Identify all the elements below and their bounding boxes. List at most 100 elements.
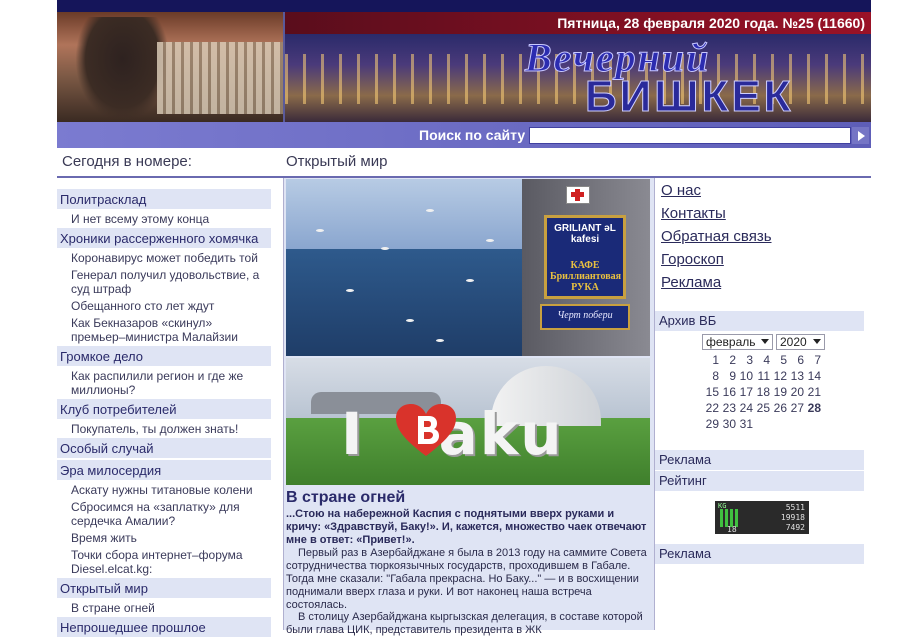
- calendar-day[interactable]: 16: [719, 384, 736, 400]
- cafe-small-sign: Черт побери: [540, 304, 630, 330]
- sidebar-article-link[interactable]: Точки сбора интернет–форума Diesel.elcat…: [57, 547, 271, 578]
- calendar-day[interactable]: 2: [719, 352, 736, 368]
- calendar-day[interactable]: 31: [736, 416, 753, 432]
- calendar-day[interactable]: 4: [753, 352, 770, 368]
- sidebar-category[interactable]: Особый случай: [57, 438, 271, 458]
- calendar-day: [787, 416, 804, 432]
- calendar-day[interactable]: 17: [736, 384, 753, 400]
- sidebar-contents: Политрасклад И нет всему этому конца Хрони…: [57, 189, 271, 639]
- calendar-day[interactable]: 10: [736, 368, 753, 384]
- link-about[interactable]: О нас: [661, 182, 701, 199]
- cafe-sign-line2: КАФЕ Бриллиантовая РУКА: [550, 260, 622, 293]
- calendar-week: 1234567: [702, 352, 826, 368]
- sidebar-category[interactable]: Клуб потребителей: [57, 399, 271, 419]
- calendar-day[interactable]: 1: [702, 352, 719, 368]
- cafe-sign: GRILIANT əL kafesi КАФЕ Бриллиантовая РУ…: [544, 215, 626, 299]
- red-cross-icon: [566, 186, 590, 204]
- calendar-day[interactable]: 29: [702, 416, 719, 432]
- sidebar-category[interactable]: Открытый мир: [57, 578, 271, 598]
- sidebar-article-link[interactable]: Как Бекназаров «скинул» премьер–министра…: [57, 315, 271, 346]
- header-top-strip: [57, 0, 871, 12]
- calendar-day[interactable]: 22: [702, 400, 719, 416]
- calendar-day[interactable]: 3: [736, 352, 753, 368]
- statue-image: [75, 17, 170, 122]
- sidebar-article-link[interactable]: Покупатель, ты должен знать!: [57, 421, 271, 438]
- rating-label: Рейтинг: [659, 473, 707, 488]
- section-heading-rubric: Открытый мир: [286, 153, 388, 170]
- link-contacts[interactable]: Контакты: [661, 205, 726, 222]
- search-bar: Поиск по сайту: [57, 122, 871, 148]
- calendar-day[interactable]: 23: [719, 400, 736, 416]
- calendar-day[interactable]: 12: [770, 368, 787, 384]
- calendar-day[interactable]: 7: [804, 352, 821, 368]
- gull-7: [486, 239, 494, 242]
- calendar-day: [753, 416, 770, 432]
- page: Пятница, 28 февраля 2020 года. №25 (1166…: [57, 0, 871, 637]
- calendar-day: [770, 416, 787, 432]
- calendar-day[interactable]: 21: [804, 384, 821, 400]
- article-photo-ibaku[interactable]: Iaku: [286, 358, 650, 485]
- archive-label: Архив ВБ: [659, 313, 717, 328]
- site-logo[interactable]: Вечерний БИШКЕК: [524, 34, 865, 122]
- archive-calendar: 1 2 3 4 5 6 7 8 9 10 11 12 13 14 15 16 17 18 19 20 21 22 23 24 2…: [702, 352, 826, 432]
- sidebar-article-link[interactable]: И нет всему этому конца: [57, 211, 271, 228]
- play-arrow-icon: [858, 131, 865, 141]
- sidebar-category[interactable]: Хроники рассерженного хомячка: [57, 228, 271, 248]
- sidebar-article-link[interactable]: Время жить: [57, 530, 271, 547]
- month-select[interactable]: февраль: [702, 334, 773, 350]
- article-title[interactable]: В стране огней: [286, 489, 405, 507]
- calendar-day[interactable]: 20: [787, 384, 804, 400]
- link-horoscope[interactable]: Гороскоп: [661, 251, 724, 268]
- calendar-day[interactable]: 26: [770, 400, 787, 416]
- link-advertising[interactable]: Реклама: [661, 274, 721, 291]
- ads-header-2: Реклама: [655, 544, 864, 564]
- article-paragraph-2: В столицу Азербайджана кыргызская делега…: [286, 611, 643, 636]
- sidebar-article-link[interactable]: Аскату нужны титановые колени: [57, 482, 271, 499]
- section-heading-today: Сегодня в номере:: [62, 153, 192, 170]
- right-sidebar: О нас Контакты Обратная связь Гороскоп Р…: [655, 178, 871, 630]
- sidebar-article-link[interactable]: В стране огней: [57, 600, 271, 617]
- sidebar-article-link[interactable]: Как распилили регион и где же миллионы?: [57, 368, 271, 399]
- gull-3: [426, 209, 434, 212]
- article-photo-caspian[interactable]: GRILIANT əL kafesi КАФЕ Бриллиантовая РУ…: [286, 179, 650, 356]
- gull-1: [316, 229, 324, 232]
- calendar-day[interactable]: 9: [719, 368, 736, 384]
- calendar-day[interactable]: 15: [702, 384, 719, 400]
- calendar-day: [804, 416, 821, 432]
- calendar-day[interactable]: 30: [719, 416, 736, 432]
- sidebar-article-link[interactable]: Обещанного сто лет ждут: [57, 298, 271, 315]
- calendar-week: 8 9 10 11 12 13 14: [702, 368, 826, 384]
- calendar-day[interactable]: 25: [753, 400, 770, 416]
- link-feedback[interactable]: Обратная связь: [661, 228, 772, 245]
- year-select[interactable]: 2020: [776, 334, 825, 350]
- counter-value-2: 19918: [780, 513, 805, 522]
- date-bar: Пятница, 28 февраля 2020 года. №25 (1166…: [285, 12, 871, 34]
- sidebar-category[interactable]: Громкое дело: [57, 346, 271, 366]
- gull-6: [466, 279, 474, 282]
- calendar-day[interactable]: 8: [702, 368, 719, 384]
- calendar-day[interactable]: 24: [736, 400, 753, 416]
- search-input[interactable]: [529, 127, 851, 144]
- calendar-day[interactable]: 18: [753, 384, 770, 400]
- calendar-week: 29 30 31: [702, 416, 826, 432]
- article-lead: ...Стою на набережной Каспия с поднятыми…: [286, 508, 647, 546]
- search-button[interactable]: [852, 127, 869, 144]
- visitor-counter[interactable]: KG 5511 19918 7492 18: [715, 501, 809, 534]
- ads-label-2: Реклама: [659, 546, 712, 561]
- sidebar-category[interactable]: Непрошедшее прошлое: [57, 617, 271, 637]
- calendar-day[interactable]: 5: [770, 352, 787, 368]
- sidebar-article-link[interactable]: Генерал получил удовольствие, а суд штра…: [57, 267, 271, 298]
- calendar-day[interactable]: 14: [804, 368, 821, 384]
- calendar-day[interactable]: 19: [770, 384, 787, 400]
- calendar-day[interactable]: 13: [787, 368, 804, 384]
- calendar-day[interactable]: 27: [787, 400, 804, 416]
- sidebar-article-link[interactable]: Сбросимся на «заплатку» для сердечка Ама…: [57, 499, 271, 530]
- counter-value-3: 7492: [785, 523, 805, 532]
- calendar-week: 22 23 24 25 26 27 28: [702, 400, 826, 416]
- calendar-day[interactable]: 11: [753, 368, 770, 384]
- sidebar-article-link[interactable]: Коронавирус может победить той: [57, 250, 271, 267]
- calendar-day[interactable]: 28: [804, 400, 821, 416]
- calendar-day[interactable]: 6: [787, 352, 804, 368]
- sidebar-category[interactable]: Эра милосердия: [57, 460, 271, 480]
- sidebar-category[interactable]: Политрасклад: [57, 189, 271, 209]
